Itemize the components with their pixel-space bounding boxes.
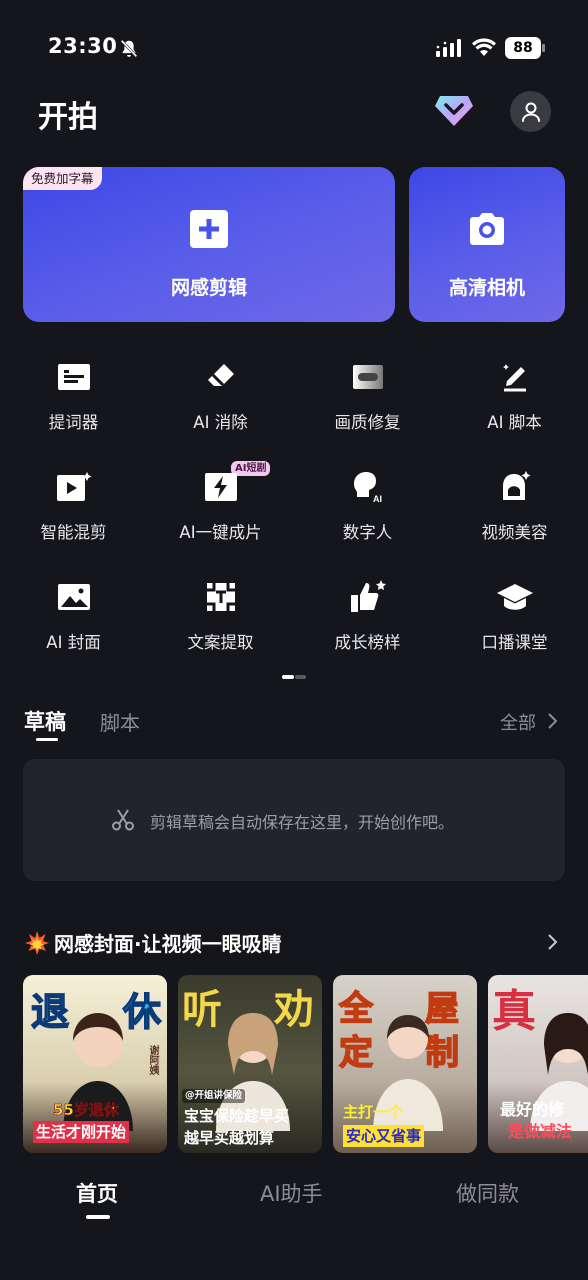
page-title: 开拍 (38, 100, 98, 135)
cover-caption: 安心又省事 (343, 1125, 425, 1147)
tool-video-beauty[interactable]: 视频美容 (441, 467, 588, 567)
page-dot (295, 675, 306, 679)
scissors-icon (112, 809, 134, 831)
tool-digital-human[interactable]: AI 数字人 (294, 467, 441, 567)
tab-scripts[interactable]: 脚本 (100, 707, 140, 736)
tools-page-indicator (282, 675, 306, 679)
svg-text:AI: AI (373, 494, 382, 504)
cover-caption: 生活才刚开始 (33, 1121, 130, 1143)
camera-icon (470, 213, 504, 245)
cover-caption: 55岁退休 (53, 1101, 119, 1120)
tab-active-indicator (36, 738, 58, 741)
tab-drafts[interactable]: 草稿 (24, 706, 66, 736)
tool-label: 智能混剪 (40, 523, 107, 542)
teleprompter-icon (54, 357, 94, 397)
nav-make-same[interactable]: 做同款 (456, 1178, 519, 1208)
tool-label: 成长榜样 (334, 633, 401, 652)
free-subtitle-badge: 免费加字幕 (23, 167, 102, 190)
tool-label: 画质修复 (334, 413, 401, 432)
battery-indicator: 88 (505, 37, 545, 59)
tool-label: AI 封面 (46, 633, 101, 652)
cover-caption: 主打一个 (343, 1103, 404, 1121)
tool-smart-mix[interactable]: 智能混剪 (0, 467, 147, 567)
tool-label: 提词器 (48, 413, 99, 432)
tool-text-extract[interactable]: 文案提取 (147, 577, 294, 677)
nav-ai-assistant[interactable]: AI助手 (260, 1178, 323, 1208)
hd-camera-label: 高清相机 (448, 277, 525, 299)
tool-ai-script[interactable]: AI 脚本 (441, 357, 588, 457)
cover-caption: 宝宝保险趁早买 (184, 1107, 290, 1125)
nav-home[interactable]: 首页 (76, 1178, 118, 1208)
cover-card[interactable]: 全 屋 定 制 主打一个 安心又省事 (333, 975, 477, 1153)
tool-ai-erase[interactable]: AI 消除 (147, 357, 294, 457)
cover-caption: 最好的修 (500, 1100, 565, 1119)
vip-diamond-icon[interactable] (434, 92, 474, 128)
cover-card[interactable]: 退 休 谢阿姨 55岁退休 生活才刚开始 (23, 975, 167, 1153)
tool-quality-repair[interactable]: 画质修复 (294, 357, 441, 457)
cellular-signal-icon (436, 39, 461, 57)
plus-square-icon (190, 210, 228, 248)
cover-section-label: 网感封面·让视频一眼吸睛 (54, 932, 282, 956)
tool-label: AI 消除 (193, 413, 248, 432)
cover-tag: @开姐讲保险 (182, 1089, 246, 1103)
wifi-icon (472, 38, 496, 56)
tool-one-click-video[interactable]: AI短剧 AI一键成片 (147, 461, 294, 567)
tool-growth-model[interactable]: 成长榜样 (294, 577, 441, 677)
chevron-right-icon[interactable] (546, 933, 558, 951)
user-icon (521, 102, 540, 122)
cover-card[interactable]: 听 劝 @开姐讲保险 宝宝保险趁早买 越早买越划算 (178, 975, 322, 1153)
bell-muted-icon (120, 39, 138, 58)
smart-edit-label: 网感剪辑 (170, 277, 247, 299)
tool-label: 数字人 (342, 523, 393, 542)
growth-thumb-icon (348, 577, 388, 617)
quality-repair-icon (348, 357, 388, 397)
status-bar: 23:30 88 (0, 0, 588, 90)
tool-label: 文案提取 (187, 633, 254, 652)
drafts-empty-hint: 剪辑草稿会自动保存在这里，开始创作吧。 (150, 813, 455, 832)
chevron-right-icon[interactable] (546, 712, 558, 730)
view-all-drafts-link[interactable]: 全部 (500, 709, 536, 735)
eraser-icon (201, 357, 241, 397)
tool-label: 口播课堂 (481, 633, 548, 652)
tool-label: AI一键成片 (179, 523, 262, 542)
video-beauty-icon (495, 467, 535, 507)
profile-avatar-button[interactable] (510, 91, 551, 132)
bottom-nav: 首页 AI助手 做同款 (0, 1153, 588, 1280)
battery-tip (542, 44, 545, 52)
nav-active-indicator (86, 1215, 110, 1219)
status-time: 23:30 (48, 34, 118, 58)
tool-teleprompter[interactable]: 提词器 (0, 357, 147, 457)
graduation-cap-icon (495, 577, 535, 617)
smart-edit-card[interactable]: 免费加字幕 网感剪辑 (23, 167, 395, 322)
ai-cover-icon (54, 577, 94, 617)
smart-mix-icon (54, 467, 94, 507)
collision-icon (25, 930, 49, 955)
tool-speech-class[interactable]: 口播课堂 (441, 577, 588, 677)
text-extract-icon (201, 577, 241, 617)
one-click-video-icon (201, 467, 241, 507)
tool-ai-cover[interactable]: AI 封面 (0, 577, 147, 677)
cover-card[interactable]: 真 最好的修 是做减法 (488, 975, 588, 1153)
page-dot-active (282, 675, 294, 679)
cover-stamp: 谢阿姨 (147, 1045, 158, 1075)
ai-script-icon (495, 357, 535, 397)
tool-label: AI 脚本 (487, 413, 542, 432)
cover-caption: 是做减法 (508, 1122, 573, 1141)
cover-carousel[interactable]: 退 休 谢阿姨 55岁退休 生活才刚开始 听 劝 @开姐讲保险 宝宝保险趁早买 … (23, 975, 588, 1153)
cover-section-title[interactable]: 网感封面·让视频一眼吸睛 (24, 928, 282, 957)
battery-level: 88 (505, 37, 541, 59)
hd-camera-card[interactable]: 高清相机 (409, 167, 565, 322)
tool-label: 视频美容 (481, 523, 548, 542)
digital-human-icon: AI (348, 467, 388, 507)
cover-caption: 越早买越划算 (184, 1129, 275, 1147)
